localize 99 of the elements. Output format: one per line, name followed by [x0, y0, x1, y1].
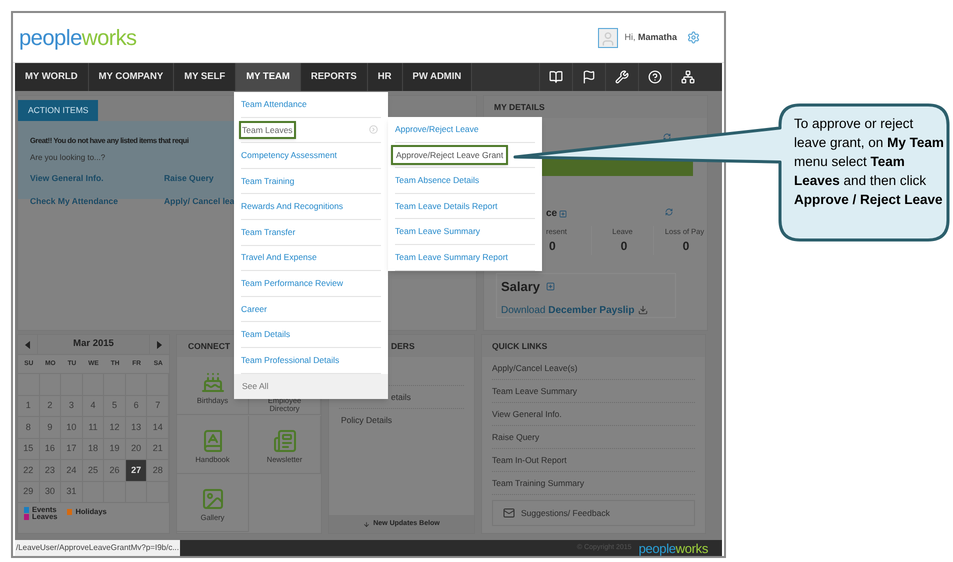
picture-icon: [200, 487, 224, 512]
calendar-day[interactable]: 4: [82, 396, 104, 417]
calendar-day[interactable]: 16: [40, 438, 62, 460]
calendar-day[interactable]: 25: [82, 460, 104, 482]
submenu-item[interactable]: Team Leave Details Report: [395, 200, 498, 212]
cake-icon: [200, 370, 224, 394]
nav-tab[interactable]: MY WORLD: [15, 63, 89, 91]
calendar-day[interactable]: 28: [147, 460, 169, 482]
calendar-day[interactable]: 11: [82, 417, 104, 438]
nav-tab[interactable]: MY SELF: [174, 63, 236, 91]
calendar-day[interactable]: 31: [61, 482, 83, 503]
calendar-day[interactable]: 30: [40, 482, 62, 503]
empty-day-cell: [126, 482, 148, 503]
calendar-month: Mar 2015: [72, 337, 115, 352]
quick-link[interactable]: Raise Query: [492, 430, 540, 444]
stat-value: 0: [549, 238, 556, 256]
menu-item[interactable]: Competency Assessment: [241, 149, 337, 162]
calendar-day[interactable]: 12: [104, 417, 126, 438]
menu-item[interactable]: Team Attendance: [241, 98, 307, 111]
expand-icon[interactable]: [546, 282, 556, 292]
nav-tab[interactable]: REPORTS: [300, 63, 368, 91]
calendar-day[interactable]: 7: [147, 396, 169, 417]
down-arrow-icon: [363, 520, 370, 528]
help-icon[interactable]: [648, 70, 662, 84]
calendar-day[interactable]: 9: [40, 417, 62, 438]
nav-tab[interactable]: MY COMPANY: [88, 63, 174, 91]
panel-title: DERS: [391, 340, 415, 352]
left-triangle-icon: [25, 340, 30, 348]
prompt-text: Are you looking to...?: [30, 153, 106, 162]
avatar-icon: [598, 28, 618, 48]
callout-text: To approve or reject leave grant, on My Team menu select Team Leaves and then click Approve / Reject Leave: [794, 115, 944, 209]
menu-item[interactable]: Career: [241, 302, 267, 316]
nav-tab[interactable]: PW ADMIN: [402, 63, 472, 91]
calendar-day[interactable]: 21: [147, 438, 169, 460]
menu-item[interactable]: Team Transfer: [241, 226, 296, 239]
menu-item[interactable]: Team Performance Review: [241, 277, 344, 290]
quick-link[interactable]: Team In-Out Report: [492, 454, 567, 466]
footer-logo: peopleworks: [638, 542, 708, 554]
calendar-day[interactable]: 5: [104, 396, 126, 417]
feedback-button[interactable]: Suggestions/ Feedback: [492, 500, 695, 526]
newspaper-icon: [272, 428, 296, 453]
calendar-day[interactable]: 8: [18, 417, 40, 438]
hierarchy-icon[interactable]: [681, 70, 695, 84]
reminder-item[interactable]: Policy Details: [341, 414, 392, 426]
panel-title: QUICK LINKS: [482, 335, 705, 357]
menu-item[interactable]: Team Training: [241, 174, 294, 188]
section-title: ce: [546, 207, 558, 221]
calendar-day[interactable]: 24: [61, 460, 83, 482]
tools-icon[interactable]: [615, 70, 629, 84]
quick-link[interactable]: Apply/Cancel Leave(s): [492, 362, 578, 374]
calendar-day[interactable]: 13: [126, 417, 148, 438]
payslip-link[interactable]: Download December Payslip: [501, 302, 634, 318]
submenu-item[interactable]: Team Absence Details: [395, 174, 480, 187]
menu-item[interactable]: Travel And Expense: [241, 251, 317, 264]
stat-value: 0: [682, 238, 690, 256]
quick-link[interactable]: Team Training Summary: [492, 476, 584, 490]
expand-icon[interactable]: [559, 210, 568, 218]
submenu-item[interactable]: Team Leave Summary: [395, 225, 480, 238]
settings-icon[interactable]: [687, 31, 700, 44]
calendar-day[interactable]: 3: [61, 396, 83, 417]
calendar-day[interactable]: 22: [18, 460, 40, 482]
calendar-day[interactable]: 1: [18, 396, 40, 417]
salary-title: Salary: [501, 278, 540, 296]
calendar-day[interactable]: 29: [18, 482, 40, 503]
calendar-day[interactable]: 23: [40, 460, 62, 482]
greeting-text: Hi, Mamatha: [624, 30, 677, 44]
calendar-day[interactable]: 19: [104, 438, 126, 460]
calendar-day[interactable]: 14: [147, 417, 169, 438]
calendar-day[interactable]: 18: [82, 438, 104, 460]
right-triangle-icon: [157, 340, 162, 348]
empty-day-cell: [104, 482, 126, 503]
calendar-day[interactable]: 17: [61, 438, 83, 460]
book-icon[interactable]: [549, 70, 563, 84]
action-items-tab[interactable]: ACTION ITEMS: [18, 100, 98, 121]
submenu-item[interactable]: Team Leave Summary Report: [395, 250, 508, 264]
calendar-day[interactable]: 27: [126, 460, 148, 482]
quick-link[interactable]: Team Leave Summary: [492, 384, 578, 398]
peopleworks-logo: peopleworks: [19, 26, 136, 48]
quick-action-link[interactable]: Check My Attendance: [30, 194, 164, 208]
download-icon[interactable]: [638, 305, 648, 315]
menu-item[interactable]: Rewards And Recognitions: [241, 200, 344, 214]
nav-tab[interactable]: MY TEAM: [236, 63, 301, 91]
calendar-day[interactable]: 10: [61, 417, 83, 438]
mail-icon: [503, 507, 515, 519]
reminder-item[interactable]: etails: [391, 390, 411, 404]
stat-value: 0: [620, 238, 628, 256]
flag-icon[interactable]: [582, 70, 596, 84]
calendar-day[interactable]: 15: [18, 438, 40, 460]
quick-action-link[interactable]: View General Info.: [30, 172, 164, 185]
submenu-item[interactable]: Approve/Reject Leave: [395, 122, 479, 136]
calendar-day[interactable]: 2: [40, 396, 62, 417]
status-url: /LeaveUser/ApproveLeaveGrantMv?p=I9b/c...: [15, 540, 180, 556]
panel-title: MY DETAILS: [484, 96, 707, 118]
quick-link[interactable]: View General Info.: [492, 408, 562, 420]
menu-item[interactable]: Team Leaves: [239, 120, 296, 140]
nav-tab[interactable]: HR: [368, 63, 402, 91]
refresh-icon[interactable]: [665, 208, 673, 216]
calendar-day[interactable]: 6: [126, 396, 148, 417]
submenu-item[interactable]: Approve/Reject Leave Grant: [391, 144, 508, 166]
